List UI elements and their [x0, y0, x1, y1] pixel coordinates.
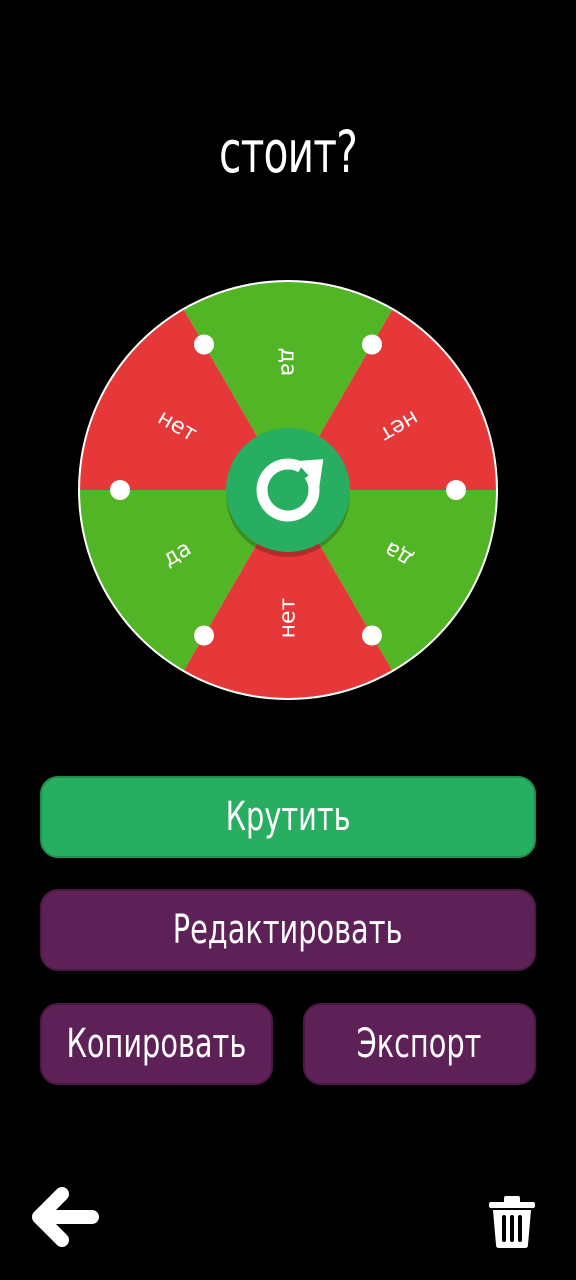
spin-button-label: Крутить — [225, 794, 351, 840]
wheel-segment-label: нет — [276, 597, 301, 638]
wheel-peg — [110, 480, 130, 500]
wheel-peg — [194, 334, 214, 355]
copy-button-label: Копировать — [66, 1021, 247, 1067]
edit-button-label: Редактировать — [173, 907, 403, 953]
edit-button[interactable]: Редактировать — [40, 889, 536, 971]
wheel-peg — [362, 625, 382, 646]
trash-icon[interactable] — [488, 1196, 536, 1248]
copy-button[interactable]: Копировать — [40, 1003, 273, 1085]
wheel-spin-center-button[interactable] — [226, 428, 350, 552]
arrow-left-icon[interactable] — [26, 1180, 102, 1254]
wheel-title: стоит? — [218, 118, 358, 186]
spin-wheel[interactable]: данетданетданет — [76, 278, 500, 702]
spin-button[interactable]: Крутить — [40, 776, 536, 858]
wheel-peg — [194, 625, 214, 646]
wheel-segment-label: да — [276, 348, 301, 377]
wheel-peg — [446, 480, 466, 500]
wheel-peg — [362, 334, 382, 355]
export-button-label: Экспорт — [357, 1021, 482, 1067]
export-button[interactable]: Экспорт — [303, 1003, 536, 1085]
